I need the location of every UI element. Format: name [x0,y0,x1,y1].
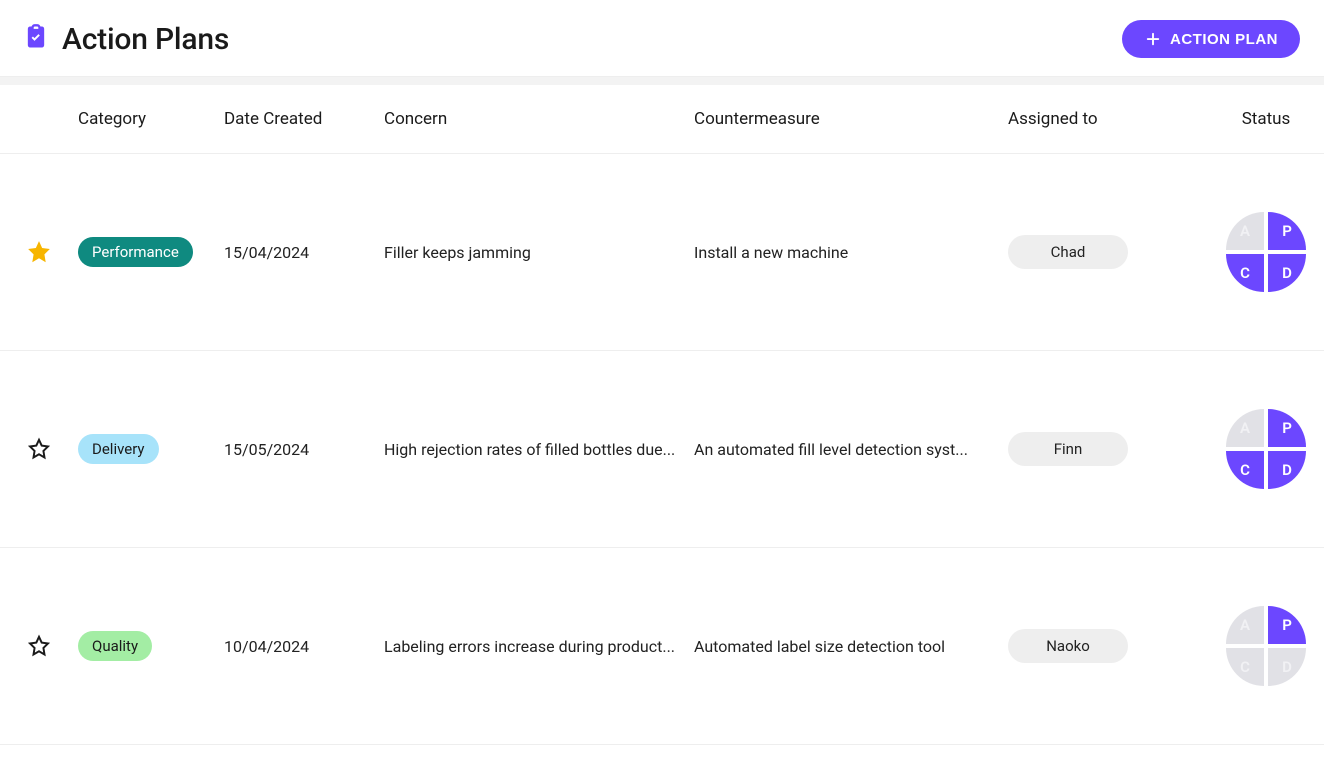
countermeasure-cell: Automated label size detection tool [694,637,1008,656]
concern-cell: Labeling errors increase during product.… [384,637,694,656]
star-cell [0,633,78,659]
category-badge: Performance [78,237,193,267]
clipboard-check-icon [22,23,50,51]
new-action-plan-label: ACTION PLAN [1170,31,1278,48]
pdca-c[interactable]: C [1226,648,1264,686]
page-header: Action Plans ACTION PLAN [0,0,1324,77]
date-cell: 10/04/2024 [224,637,384,656]
col-concern: Concern [384,109,694,129]
category-badge: Quality [78,631,152,661]
date-cell: 15/04/2024 [224,243,384,262]
countermeasure-cell: Install a new machine [694,243,1008,262]
col-assigned-to: Assigned to [1008,109,1208,129]
category-badge: Delivery [78,434,159,464]
col-date-created: Date Created [224,109,384,129]
date-cell: 15/05/2024 [224,440,384,459]
table-row[interactable]: Performance 15/04/2024Filler keeps jammin… [0,154,1324,351]
assignee-chip[interactable]: Finn [1008,432,1128,466]
pdca-d[interactable]: D [1268,254,1306,292]
pdca-a[interactable]: A [1226,212,1264,250]
new-action-plan-button[interactable]: ACTION PLAN [1122,20,1300,58]
category-cell: Delivery [78,434,224,464]
concern-cell: Filler keeps jamming [384,243,694,262]
divider-band [0,77,1324,85]
status-cell: APCD [1208,409,1324,489]
assignee-chip[interactable]: Naoko [1008,629,1128,663]
table-row[interactable]: Delivery 15/05/2024High rejection rates o… [0,351,1324,548]
header-left: Action Plans [22,22,229,57]
status-cell: APCD [1208,212,1324,292]
countermeasure-cell: An automated fill level detection syst..… [694,440,1008,459]
pdca-wheel[interactable]: APCD [1226,212,1306,292]
category-cell: Quality [78,631,224,661]
col-category: Category [78,109,224,129]
star-cell [0,436,78,462]
star-icon[interactable] [26,436,52,462]
pdca-p[interactable]: P [1268,212,1306,250]
table-body: Performance 15/04/2024Filler keeps jammin… [0,154,1324,745]
status-cell: APCD [1208,606,1324,686]
page-title: Action Plans [62,22,229,57]
pdca-a[interactable]: A [1226,606,1264,644]
col-countermeasure: Countermeasure [694,109,1008,129]
pdca-p[interactable]: P [1268,606,1306,644]
assignee-cell: Finn [1008,432,1208,466]
pdca-d[interactable]: D [1268,648,1306,686]
pdca-d[interactable]: D [1268,451,1306,489]
pdca-a[interactable]: A [1226,409,1264,447]
col-status: Status [1208,109,1324,129]
pdca-c[interactable]: C [1226,254,1264,292]
pdca-wheel[interactable]: APCD [1226,606,1306,686]
assignee-cell: Naoko [1008,629,1208,663]
category-cell: Performance [78,237,224,267]
star-cell [0,239,78,265]
plus-icon [1144,30,1162,48]
pdca-c[interactable]: C [1226,451,1264,489]
assignee-cell: Chad [1008,235,1208,269]
concern-cell: High rejection rates of filled bottles d… [384,440,694,459]
table-row[interactable]: Quality 10/04/2024Labeling errors increas… [0,548,1324,745]
assignee-chip[interactable]: Chad [1008,235,1128,269]
star-icon[interactable] [26,239,52,265]
pdca-p[interactable]: P [1268,409,1306,447]
pdca-wheel[interactable]: APCD [1226,409,1306,489]
table-header-row: Category Date Created Concern Countermea… [0,85,1324,154]
star-icon[interactable] [26,633,52,659]
